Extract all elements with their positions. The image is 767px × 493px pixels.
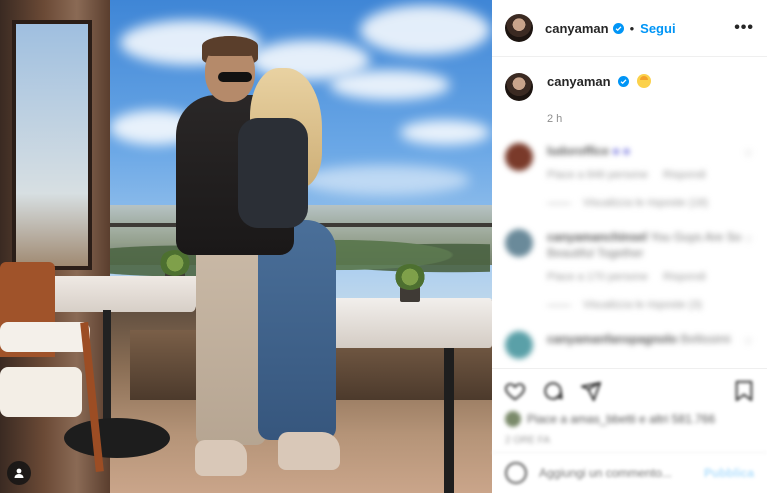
likes-summary[interactable]: Piace a amas_bbetti e altri 581.766: [492, 405, 767, 427]
view-replies-button[interactable]: Visualizza le risposte (18): [547, 195, 744, 211]
like-heart-icon[interactable]: [503, 379, 527, 403]
comment-username[interactable]: canyamanfanspagnolo: [547, 332, 677, 346]
shoe: [195, 440, 247, 476]
hatching-chick-emoji-icon: [636, 74, 651, 88]
caption-time: 2 h: [547, 113, 563, 125]
man-hair-top: [202, 36, 258, 56]
shoe: [278, 432, 340, 470]
sunglasses: [218, 72, 252, 82]
comment-like-icon[interactable]: ♡: [744, 149, 754, 160]
view-replies-label: Visualizza le risposte (18): [583, 197, 709, 209]
man-legs: [196, 245, 266, 445]
bookmark-save-icon[interactable]: [732, 379, 756, 403]
table-leg: [444, 348, 454, 493]
comment-avatar[interactable]: [505, 331, 533, 359]
comment-item: ludoroffice ● ● Piace a 846 persone Risp…: [505, 143, 754, 211]
comment-item: canyamanchinsel You Guys Are So Beautifu…: [505, 229, 754, 313]
woman-torso: [238, 118, 308, 228]
view-replies-button[interactable]: Visualizza le risposte (3): [547, 297, 744, 313]
comment-avatar[interactable]: [505, 229, 533, 257]
post-date: 2 ORE FA: [505, 435, 551, 446]
chair: [0, 262, 108, 473]
caption: canyaman: [492, 57, 767, 101]
emoji-picker-icon[interactable]: [505, 462, 527, 484]
avatar[interactable]: [505, 73, 533, 101]
post-header: canyaman • Segui •••: [492, 0, 767, 57]
add-comment-bar: Pubblica: [492, 452, 767, 493]
post-photo[interactable]: [0, 0, 492, 493]
comment-likes[interactable]: Piace a 170 persone: [547, 271, 648, 283]
comment-username[interactable]: canyamanchinsel: [547, 230, 647, 244]
cloud: [300, 165, 470, 195]
share-send-icon[interactable]: [579, 379, 603, 403]
caption-username[interactable]: canyaman: [547, 74, 611, 89]
comment-item: canyamanfanspagnolo Bellissimi ♡: [505, 331, 754, 359]
reply-button[interactable]: Rispondi: [663, 271, 706, 283]
verified-badge-icon: [612, 22, 624, 34]
more-options-button[interactable]: •••: [734, 19, 754, 37]
cloud: [400, 120, 490, 145]
liker-avatar: [505, 411, 521, 427]
cloud: [360, 5, 490, 55]
comment-username[interactable]: ludoroffice: [547, 144, 609, 158]
cloud: [330, 70, 450, 100]
comment-list: ludoroffice ● ● Piace a 846 persone Risp…: [492, 143, 767, 359]
comment-bubble-icon[interactable]: [541, 379, 565, 403]
tagged-users-icon[interactable]: [7, 461, 31, 485]
post-side-panel: canyaman • Segui ••• canyaman 2 h ludoro…: [492, 0, 767, 493]
separator-dot: •: [629, 20, 635, 36]
comment-text: ● ●: [612, 144, 631, 158]
view-replies-label: Visualizza le risposte (3): [583, 299, 703, 311]
table-right: [330, 298, 492, 348]
post-actions: Piace a amas_bbetti e altri 581.766 2 OR…: [492, 368, 767, 446]
window-pane: [12, 20, 92, 270]
potted-plant: [394, 264, 426, 302]
verified-badge-icon: [618, 76, 630, 87]
comment-likes[interactable]: Piace a 846 persone: [547, 169, 648, 181]
comment-like-icon[interactable]: ♡: [744, 337, 754, 348]
comment-avatar[interactable]: [505, 143, 533, 171]
follow-button[interactable]: Segui: [640, 21, 675, 36]
comment-text: Bellissimi: [680, 332, 731, 346]
publish-comment-button[interactable]: Pubblica: [704, 466, 754, 480]
likes-text: Piace a amas_bbetti e altri 581.766: [527, 412, 716, 426]
comment-like-icon[interactable]: ♡: [744, 235, 754, 246]
comment-input[interactable]: [539, 466, 699, 480]
header-username[interactable]: canyaman: [545, 21, 609, 36]
avatar[interactable]: [505, 14, 533, 42]
reply-button[interactable]: Rispondi: [663, 169, 706, 181]
